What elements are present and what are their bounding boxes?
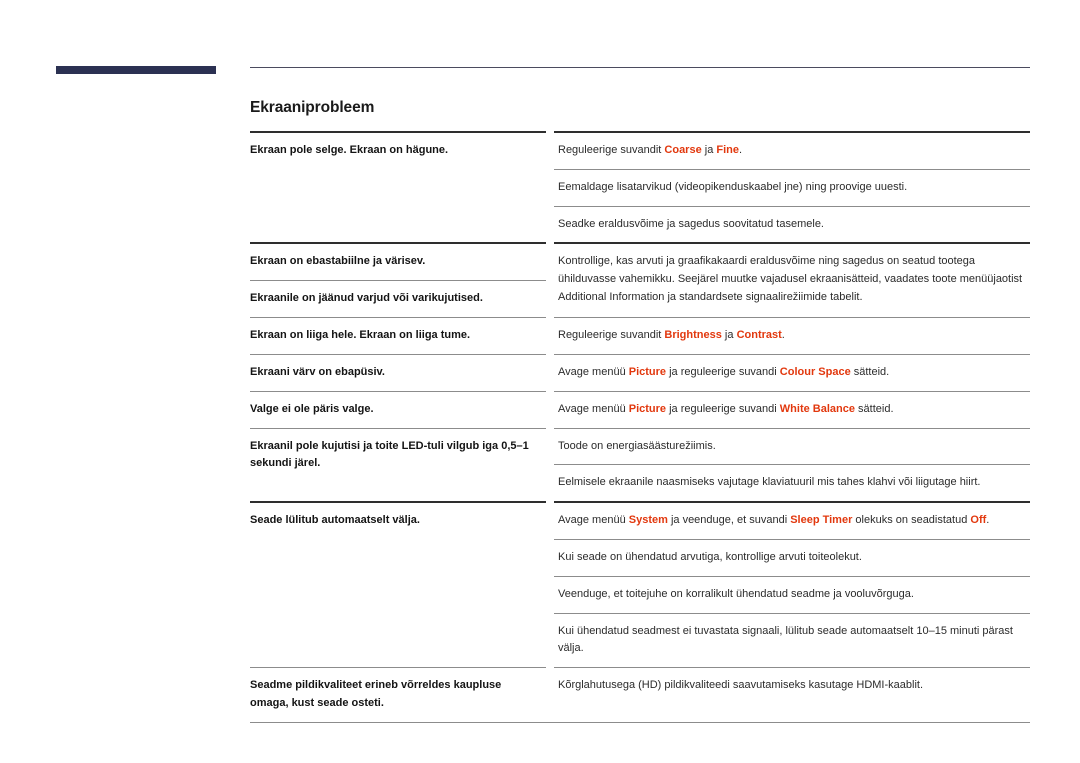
solution-text: Seadke eraldusvõime ja sagedus soovitatu… xyxy=(554,205,1030,243)
symptom-cell: Ekraanil pole kujutisi ja toite LED-tuli… xyxy=(250,427,546,502)
column-gap xyxy=(546,428,554,502)
symptom-cell: Seade lülitub automaatselt välja. xyxy=(250,501,546,667)
solution-text: Eemaldage lisatarvikud (videopikenduskaa… xyxy=(554,168,1030,206)
solution-text: Toode on energiasäästurežiimis. xyxy=(554,427,1030,465)
symptom-cell: Ekraan on liiga hele. Ekraan on liiga tu… xyxy=(250,317,546,354)
column-gap xyxy=(546,317,554,354)
column-gap xyxy=(546,391,554,428)
page-title: Ekraaniprobleem xyxy=(250,99,375,116)
troubleshooting-table: Ekraan pole selge. Ekraan on hägune. Regu… xyxy=(250,131,1030,722)
column-gap xyxy=(546,131,554,242)
menu-term: Coarse xyxy=(664,144,702,156)
menu-term: Fine xyxy=(716,144,740,156)
symptom-label: Ekraanil pole kujutisi ja toite LED-tuli… xyxy=(250,427,546,483)
symptom-cell: Seadme pildikvaliteet erineb võrreldes k… xyxy=(250,667,546,722)
solution-text: Kui seade on ühendatud arvutiga, kontrol… xyxy=(554,538,1030,576)
table-bottom-rule xyxy=(250,721,1030,723)
solution-cell: Reguleerige suvandit Coarse ja Fine. Eema… xyxy=(554,131,1030,242)
header-accent-bar xyxy=(56,66,216,74)
column-gap xyxy=(546,501,554,667)
symptom-cell: Ekraan on ebastabiilne ja värisev. Ekraan… xyxy=(250,242,546,317)
menu-term: Picture xyxy=(628,402,667,415)
solution-text: Avage menüü Picture ja reguleerige suvan… xyxy=(554,390,1030,428)
symptom-label: Ekraan pole selge. Ekraan on hägune. xyxy=(250,131,546,169)
header-rule xyxy=(250,67,1030,68)
table-row: Seadme pildikvaliteet erineb võrreldes k… xyxy=(250,667,1030,722)
solution-cell: Avage menüü Picture ja reguleerige suvan… xyxy=(554,353,1030,391)
symptom-label: Ekraan on liiga hele. Ekraan on liiga tu… xyxy=(250,317,546,354)
solution-text: Veenduge, et toitejuhe on korralikult üh… xyxy=(554,575,1030,613)
solution-text: Kõrglahutusega (HD) pildikvaliteedi saav… xyxy=(554,667,1030,704)
solution-cell: Reguleerige suvandit Brightness ja Contr… xyxy=(554,317,1030,354)
solution-text: Eelmisele ekraanile naasmiseks vajutage … xyxy=(554,464,1030,501)
column-gap xyxy=(546,242,554,317)
solution-text: Avage menüü System ja veenduge, et suvan… xyxy=(554,501,1030,539)
symptom-cell: Ekraan pole selge. Ekraan on hägune. xyxy=(250,131,546,242)
symptom-label: Seade lülitub automaatselt välja. xyxy=(250,501,546,539)
solution-text: Reguleerige suvandit Brightness ja Contr… xyxy=(554,317,1030,354)
menu-term: Colour Space xyxy=(779,365,851,378)
menu-term: Contrast xyxy=(736,329,782,342)
symptom-label: Ekraanile on jäänud varjud või varikujut… xyxy=(250,280,546,317)
symptom-label: Seadme pildikvaliteet erineb võrreldes k… xyxy=(250,667,546,722)
menu-term: Brightness xyxy=(664,329,722,342)
solution-text: Kontrollige, kas arvuti ja graafikakaard… xyxy=(554,242,1030,315)
solution-text: Kui ühendatud seadmest ei tuvastata sign… xyxy=(554,612,1030,668)
table-body: Ekraan pole selge. Ekraan on hägune. Regu… xyxy=(250,131,1030,722)
column-gap xyxy=(546,354,554,391)
table-row: Ekraanil pole kujutisi ja toite LED-tuli… xyxy=(250,427,1030,502)
menu-term: Picture xyxy=(628,365,667,378)
solution-cell: Avage menüü System ja veenduge, et suvan… xyxy=(554,501,1030,667)
solution-text: Avage menüü Picture ja reguleerige suvan… xyxy=(554,353,1030,391)
solution-cell: Avage menüü Picture ja reguleerige suvan… xyxy=(554,390,1030,428)
symptom-cell: Ekraani värv on ebapüsiv. xyxy=(250,353,546,391)
menu-term: System xyxy=(628,514,668,527)
symptom-label: Ekraani värv on ebapüsiv. xyxy=(250,353,546,391)
table-row: Seade lülitub automaatselt välja. Avage m… xyxy=(250,501,1030,667)
solution-cell: Kontrollige, kas arvuti ja graafikakaard… xyxy=(554,242,1030,317)
symptom-cell: Valge ei ole päris valge. xyxy=(250,390,546,428)
table-row: Valge ei ole päris valge. Avage menüü Pic… xyxy=(250,390,1030,428)
symptom-label: Valge ei ole päris valge. xyxy=(250,390,546,428)
column-gap xyxy=(546,667,554,722)
table-row: Ekraan on liiga hele. Ekraan on liiga tu… xyxy=(250,317,1030,354)
troubleshooting-table-wrapper: Ekraan pole selge. Ekraan on hägune. Regu… xyxy=(250,131,1030,723)
table-row: Ekraan on ebastabiilne ja värisev. Ekraan… xyxy=(250,242,1030,317)
menu-term: Sleep Timer xyxy=(790,514,853,527)
menu-term: Off xyxy=(970,514,987,527)
solution-cell: Toode on energiasäästurežiimis. Eelmisele… xyxy=(554,427,1030,502)
symptom-label: Ekraan on ebastabiilne ja värisev. xyxy=(250,242,546,280)
menu-term: White Balance xyxy=(779,402,855,415)
solution-cell: Kõrglahutusega (HD) pildikvaliteedi saav… xyxy=(554,667,1030,722)
table-row: Ekraan pole selge. Ekraan on hägune. Regu… xyxy=(250,131,1030,242)
table-row: Ekraani värv on ebapüsiv. Avage menüü Pic… xyxy=(250,353,1030,391)
solution-text: Reguleerige suvandit Coarse ja Fine. xyxy=(554,131,1030,169)
